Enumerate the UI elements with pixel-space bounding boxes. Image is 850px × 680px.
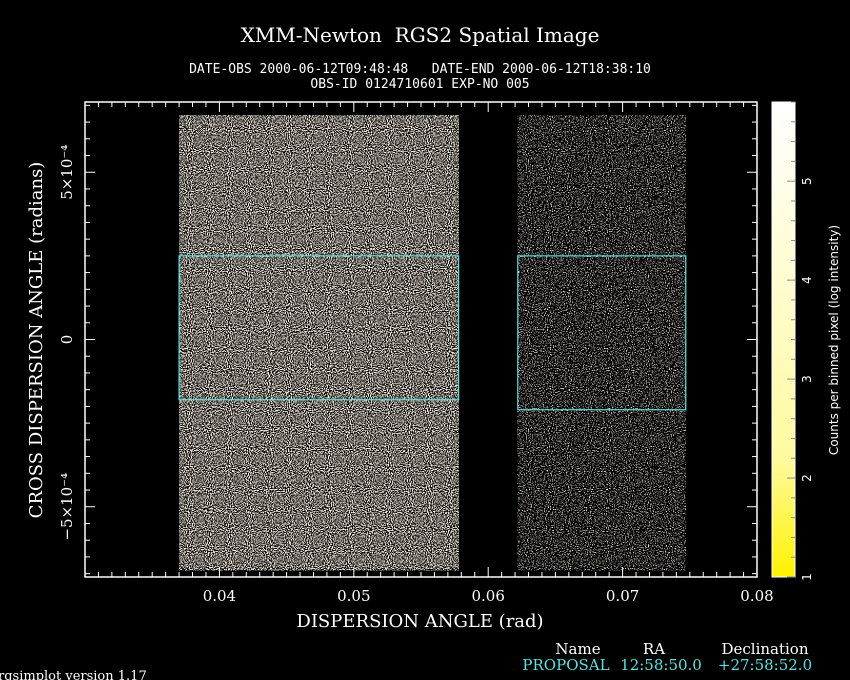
figure-title: XMM-Newton RGS2 Spatial Image: [241, 23, 600, 47]
source-declination: +27:58:52.0: [718, 656, 812, 674]
x-tick-label: 0.06: [471, 587, 504, 605]
colorbar: 1 2 3 4 5 Counts per binned pixel (log inten…: [771, 101, 841, 581]
x-tick-label: 0.07: [606, 587, 639, 605]
x-tick-label: 0.08: [740, 587, 773, 605]
x-tick-label: 0.05: [337, 587, 370, 605]
spatial-image-figure: XMM-Newton RGS2 Spatial Image DATE-OBS 2…: [0, 23, 841, 680]
colorbar-label: Counts per binned pixel (log intensity): [827, 225, 841, 455]
colorbar-tick-label: 5: [800, 177, 814, 185]
colorbar-tick-label: 3: [800, 375, 814, 383]
source-name: PROPOSAL: [522, 656, 609, 674]
plot-area: 0.04 0.05 0.06 0.07 0.08 5×10⁻⁴ 0 −5×10⁻⁴: [58, 101, 774, 605]
x-tick-label: 0.04: [203, 587, 236, 605]
colorbar-tick-label: 4: [800, 276, 814, 284]
y-axis-label: CROSS DISPERSION ANGLE (radians): [26, 162, 47, 519]
source-ra: 12:58:50.0: [620, 656, 702, 674]
x-axis-label: DISPERSION ANGLE (rad): [296, 611, 543, 632]
detector-strip-2: [517, 115, 686, 571]
y-tick-label: 5×10⁻⁴: [58, 145, 76, 200]
colorbar-tick-label: 1: [800, 573, 814, 581]
detector-strips: [179, 115, 686, 571]
y-tick-label: −5×10⁻⁴: [58, 473, 76, 541]
colorbar-tick-label: 2: [800, 474, 814, 482]
observation-id: OBS-ID 0124710601 EXP-NO 005: [310, 77, 529, 92]
observation-dates: DATE-OBS 2000-06-12T09:48:48 DATE-END 20…: [189, 62, 651, 77]
source-table: Name RA Declination PROPOSAL 12:58:50.0 …: [522, 640, 812, 674]
y-tick-label: 0: [58, 335, 76, 345]
software-version: rgsimplot version 1.17: [0, 669, 147, 680]
detector-strip-1: [179, 115, 459, 571]
